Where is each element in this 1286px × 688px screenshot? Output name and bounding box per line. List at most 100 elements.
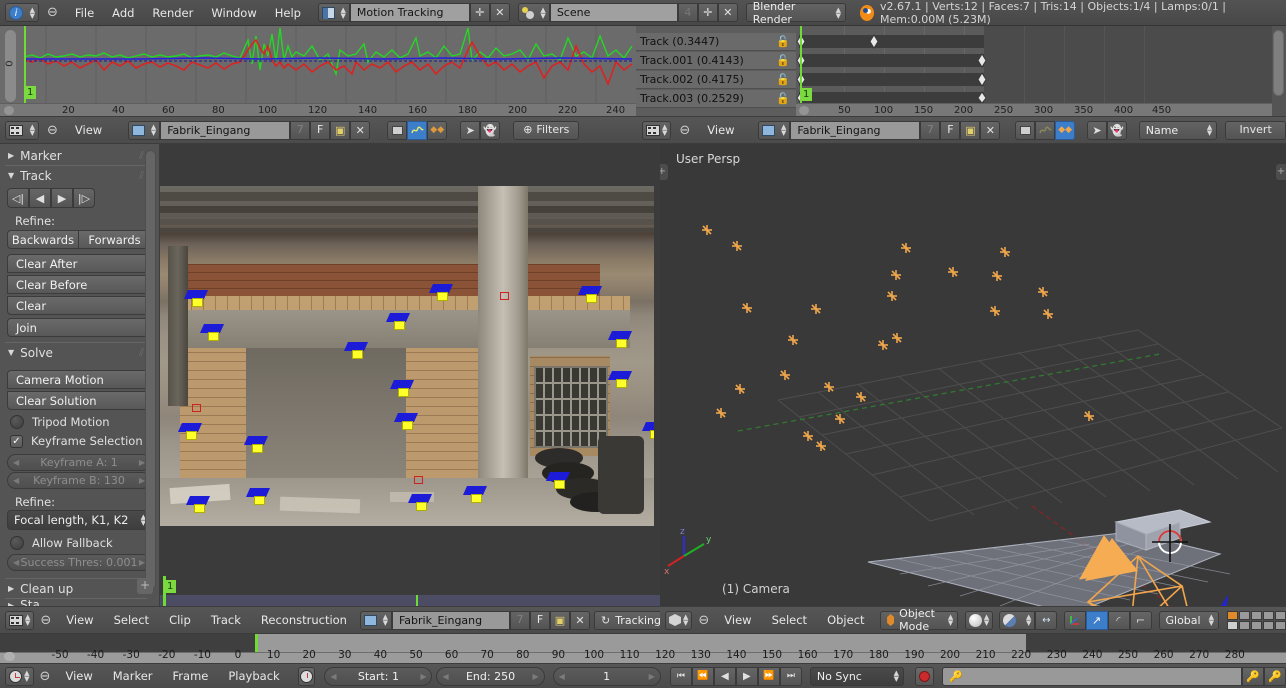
clip-preview-image[interactable] [160,186,654,526]
editor-type-selector-clip-2[interactable]: ▲ ▼ [642,120,672,140]
clear-before-button[interactable]: Clear Before [7,275,151,294]
view-mode-dopesheet-icon[interactable]: ◆◆ [427,120,448,140]
viewport-menu-view[interactable]: View [715,607,760,633]
auto-keyframe-button[interactable] [914,666,935,686]
success-threshold-field[interactable]: ◀ Success Thres: 0.001 ▶ [7,554,151,571]
graph-menu-view[interactable]: View [66,117,111,143]
track-forwards-button[interactable]: ▶ [51,188,73,208]
view-mode-graph-icon[interactable] [407,120,428,140]
pack-clip-icon[interactable]: ▣ [330,120,351,140]
timeline-menu-marker[interactable]: Marker [104,664,162,688]
delete-keyframe-button[interactable]: 🔑 [1264,666,1286,686]
menu-add[interactable]: Add [103,0,143,26]
panel-marker-header[interactable]: ▶ Marker ⫽ [0,147,150,164]
clip-menu-view[interactable]: View [57,607,102,633]
clip-frame-scrubber[interactable]: 1 [160,576,660,606]
collapse-menu-icon[interactable]: ⊖ [39,5,66,20]
manipulator-translate-toggle[interactable]: ↗ [1085,610,1108,630]
clip-fake-user-toggle-2[interactable]: F [940,120,961,140]
pack-clip-icon-2[interactable]: ▣ [960,120,981,140]
clip-name-field-2[interactable]: Fabrik_Eingang [790,120,921,140]
timeline-menu-view[interactable]: View [56,664,101,688]
panel-cleanup-header[interactable]: ▶ Clean up ⫽ [0,580,150,597]
view-mode-clip-icon-2[interactable] [1015,120,1036,140]
refine-forwards-button[interactable]: Forwards [79,230,151,249]
menu-render[interactable]: Render [143,0,202,26]
scene-browse-icon[interactable]: ▲ ▼ [517,3,550,22]
clear-solution-button[interactable]: Clear Solution [7,391,151,410]
dopesheet-x-axis-ruler[interactable]: 50 100 150 200 250 300 350 400 450 [796,103,1272,116]
view-mode-graph-icon-2[interactable] [1035,120,1056,140]
jump-to-end-button[interactable]: ⏭ [779,666,802,686]
clear-button[interactable]: Clear [7,296,151,315]
collapse-menu-icon[interactable]: ⊖ [43,123,62,138]
decrement-icon[interactable]: ◀ [442,672,448,681]
clip-keyframe-marker[interactable] [416,595,418,606]
ghost-curves-icon[interactable]: 👻 [480,120,501,140]
track-marker-disabled[interactable] [414,476,423,484]
add-screen-layout-button[interactable]: ✛ [469,3,490,22]
clip-users-count-2[interactable]: 7 [920,120,941,140]
editor-type-selector-clipeditor[interactable]: ▲ ▼ [5,610,35,630]
decrement-icon[interactable]: ◀ [559,672,565,681]
lock-icon[interactable]: 🔓 [776,54,790,67]
clip-editor-canvas[interactable] [160,144,660,576]
decrement-icon[interactable]: ◀ [13,476,19,485]
viewport-menu-object[interactable]: Object [818,607,873,633]
lock-icon[interactable]: 🔓 [776,73,790,86]
collapse-menu-icon[interactable]: ⊖ [36,613,55,628]
clip-fake-user-toggle[interactable]: F [310,120,331,140]
play-button[interactable]: ▶ [735,666,758,686]
jump-to-start-button[interactable]: ⏮ [669,666,692,686]
collapse-menu-icon[interactable]: ⊖ [675,123,694,138]
viewport-shading-selector[interactable]: ▲ ▼ [964,610,994,630]
track-channel-row[interactable]: Track.001 (0.4143) 🔓 [636,52,796,70]
decrement-icon[interactable]: ◀ [13,458,19,467]
add-scene-button[interactable]: ✛ [697,3,718,22]
view-mode-dopesheet-icon-2[interactable]: ◆◆ [1055,120,1076,140]
transform-orientation-selector[interactable]: Global ▲ ▼ [1158,610,1219,630]
interaction-mode-selector[interactable]: Object Mode ▲ ▼ [880,607,959,633]
tripod-motion-toggle[interactable] [10,415,24,429]
keyframe-b-field[interactable]: ◀ Keyframe B: 130 ▶ [7,472,151,489]
increment-icon[interactable]: ▶ [532,672,538,681]
lock-icon[interactable]: 🔓 [776,92,790,105]
clip-menu-reconstruction[interactable]: Reconstruction [252,607,356,633]
dopesheet-keyframe-area[interactable]: 1 [796,26,1272,103]
ghost-curves-icon-2[interactable]: 👻 [1106,120,1127,140]
refine-backwards-button[interactable]: Backwards [7,230,79,249]
sync-mode-selector[interactable]: No Sync ▲ ▼ [809,666,905,686]
panel-solve-header[interactable]: ▼ Solve ⫽ [0,344,150,361]
jump-prev-keyframe-button[interactable]: ⏪ [691,666,714,686]
decrement-icon[interactable]: ◀ [13,558,19,567]
pivot-point-selector[interactable]: ▲ ▼ [999,610,1036,630]
manipulator-translate-icon[interactable] [1063,610,1086,630]
increment-icon[interactable]: ▶ [649,672,655,681]
decrement-icon[interactable]: ◀ [330,672,336,681]
panel-stabilize-header[interactable]: ▶ Sta [0,599,150,606]
editor-type-selector-clip[interactable]: ▲ ▼ [5,120,39,140]
viewport-menu-select[interactable]: Select [763,607,816,633]
clip-menu-select[interactable]: Select [105,607,158,633]
invert-sort-button[interactable]: Invert [1225,120,1286,140]
render-engine-selector[interactable]: Blender Render ▲ ▼ [745,0,846,26]
collapse-menu-icon[interactable]: ⊖ [694,613,713,628]
track-channel-row[interactable]: Track (0.3447) 🔓 [636,33,796,51]
collapse-menu-icon[interactable]: ⊖ [36,669,55,684]
viewport-3d[interactable]: User Persp (1) Camera + + z y x [660,144,1286,606]
track-backwards-all-button[interactable]: ◁| [7,188,29,208]
dopesheet-vertical-scrollbar[interactable] [1273,30,1284,96]
screen-layout-name[interactable]: Motion Tracking [349,3,470,22]
manipulator-scale-toggle[interactable]: ⌐ [1129,610,1152,630]
delete-scene-button[interactable]: ✕ [717,3,738,22]
clip-users-count[interactable]: 7 [290,120,311,140]
clip-menu-track[interactable]: Track [202,607,250,633]
pack-clip-icon-3[interactable]: ▣ [549,610,570,630]
editor-type-selector-view3d[interactable]: ▲ ▼ [665,610,693,630]
track-channel-row[interactable]: Track.002 (0.4175) 🔓 [636,71,796,89]
track-channel-row[interactable]: Track.003 (0.2529) 🔓 [636,90,796,108]
scene-name-field[interactable]: Scene [549,3,678,22]
lock-icon[interactable]: 🔓 [776,35,790,48]
timeline-menu-playback[interactable]: Playback [219,664,288,688]
clip-browse-button-2[interactable]: ▲ ▼ [758,120,791,140]
